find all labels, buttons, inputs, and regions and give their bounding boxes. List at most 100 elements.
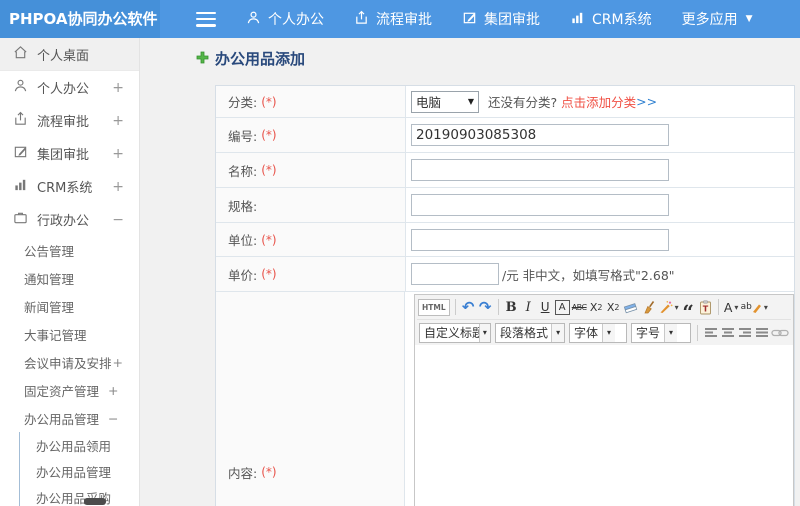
form-row-price: 单价: (*) /元 非中文，如填写格式"2.68"	[216, 257, 794, 292]
align-right-icon[interactable]	[737, 323, 752, 343]
main-content: 办公用品添加 分类: (*) 电脑 ▼ 还没有分类? 点击添加分类 >> 编号:(…	[140, 38, 800, 506]
form-row-name: 名称: (*)	[216, 153, 794, 188]
format-painter-icon[interactable]: ▾	[658, 297, 679, 317]
dropdown-caret-icon: ▾	[478, 323, 490, 342]
editor-toolbar: HTML ↶ ↷ B I U A ABC X2 X2 ▾ “ T A ▾ ab …	[415, 295, 793, 345]
expand-plus-icon[interactable]: +	[108, 383, 118, 398]
eraser-icon[interactable]	[623, 297, 639, 317]
align-left-icon[interactable]	[703, 323, 718, 343]
app-logo: PHPOA协同办公软件	[0, 0, 160, 38]
sidebar-item-workflow-approval[interactable]: 流程审批 +	[0, 104, 139, 137]
redo-icon[interactable]: ↷	[478, 297, 493, 317]
heading-style-select[interactable]: 自定义标题 ▾	[419, 322, 491, 343]
code-input[interactable]	[411, 124, 669, 146]
select-caret-icon: ▼	[467, 97, 474, 106]
expand-plus-icon[interactable]: +	[112, 179, 124, 195]
undo-icon[interactable]: ↶	[461, 297, 476, 317]
horizontal-scrollbar-thumb[interactable]	[84, 498, 106, 505]
sidebar-item-admin-office[interactable]: 行政办公 −	[0, 203, 139, 236]
workflow-icon	[354, 10, 376, 29]
sidebar-item-supplies-requisition[interactable]: 办公用品领用	[20, 432, 139, 458]
dropdown-caret-icon: ▾	[763, 302, 768, 312]
sidebar-item-crm[interactable]: CRM系统 +	[0, 170, 139, 203]
font-color-button[interactable]: A ▾	[724, 297, 739, 317]
collapse-minus-icon[interactable]: −	[112, 212, 124, 228]
dropdown-caret-icon: ▾	[602, 323, 616, 342]
form-row-content: 内容: (*) HTML ↶ ↷ B I U A ABC X 2 X 2 ▾ “…	[216, 292, 794, 506]
sidebar-item-notice-mgmt[interactable]: 通知管理	[0, 264, 139, 292]
sidebar-item-memorabilia-mgmt[interactable]: 大事记管理	[0, 320, 139, 348]
price-label: 单价: (*)	[216, 257, 406, 291]
spec-input[interactable]	[411, 194, 669, 216]
nav-crm[interactable]: CRM系统	[570, 9, 652, 29]
expand-plus-icon[interactable]: +	[112, 113, 124, 129]
unit-input[interactable]	[411, 228, 669, 251]
bold-button[interactable]: B	[504, 297, 519, 317]
office-supplies-submenu: 办公用品领用 办公用品管理 办公用品采购	[19, 432, 139, 506]
source-code-button[interactable]: HTML	[418, 298, 450, 316]
add-category-arrows[interactable]: >>	[636, 94, 657, 109]
name-label: 名称: (*)	[216, 153, 406, 187]
category-hint: 还没有分类?	[488, 95, 558, 110]
nav-group-approval[interactable]: 集团审批	[462, 9, 540, 29]
link-icon[interactable]	[771, 323, 789, 343]
nav-more-apps[interactable]: 更多应用 ▼	[682, 9, 753, 29]
page-title: 办公用品添加	[196, 48, 305, 69]
person-icon	[13, 78, 37, 97]
sidebar-item-supplies-management[interactable]: 办公用品管理	[20, 458, 139, 484]
category-label: 分类: (*)	[216, 86, 406, 117]
category-select[interactable]: 电脑 ▼	[411, 90, 479, 113]
svg-text:T: T	[702, 304, 708, 313]
sidebar-item-fixed-assets-mgmt[interactable]: 固定资产管理 +	[0, 376, 139, 404]
strikethrough-button[interactable]: ABC	[572, 297, 587, 317]
code-label: 编号: (*)	[216, 118, 406, 152]
sidebar-item-desktop[interactable]: 个人桌面	[0, 38, 139, 71]
chart-icon	[13, 177, 37, 196]
font-size-select[interactable]: 字号 ▾	[631, 322, 691, 343]
sidebar-item-meeting-mgmt[interactable]: 会议申请及安排 +	[0, 348, 139, 376]
nav-workflow-approval[interactable]: 流程审批	[354, 9, 432, 29]
sidebar-item-news-mgmt[interactable]: 新闻管理	[0, 292, 139, 320]
form-row-category: 分类: (*) 电脑 ▼ 还没有分类? 点击添加分类 >>	[216, 86, 794, 118]
align-justify-icon[interactable]	[754, 323, 769, 343]
clear-format-broom-icon[interactable]	[641, 297, 656, 317]
sidebar-item-supplies-purchase[interactable]: 办公用品采购	[20, 484, 139, 506]
paste-icon[interactable]: T	[698, 297, 713, 317]
form-row-unit: 单位: (*)	[216, 223, 794, 257]
top-nav: 个人办公 流程审批 集团审批 CRM系统 更多应用 ▼	[246, 9, 783, 29]
expand-plus-icon[interactable]: +	[113, 355, 123, 370]
paragraph-format-select[interactable]: 段落格式 ▾	[495, 322, 565, 343]
form-row-code: 编号: (*)	[216, 118, 794, 153]
align-center-icon[interactable]	[720, 323, 735, 343]
dropdown-caret-icon: ▾	[664, 323, 678, 342]
subscript-button[interactable]: X2	[606, 297, 621, 317]
add-category-link[interactable]: 点击添加分类	[561, 92, 636, 111]
italic-button[interactable]: I	[521, 297, 536, 317]
edit-icon	[13, 144, 37, 163]
font-border-button[interactable]: A	[554, 299, 570, 315]
underline-button[interactable]: U	[538, 297, 553, 317]
home-icon	[13, 45, 37, 64]
sidebar-item-office-supplies-mgmt[interactable]: 办公用品管理 −	[0, 404, 139, 432]
editor-content-area[interactable]	[415, 345, 793, 506]
dropdown-caret-icon: ▾	[551, 323, 564, 342]
spec-label: 规格:	[216, 188, 406, 222]
font-family-select[interactable]: 字体 ▾	[569, 322, 627, 343]
nav-personal-office[interactable]: 个人办公	[246, 9, 324, 29]
collapse-minus-icon[interactable]: −	[108, 411, 118, 426]
price-input[interactable]	[411, 263, 499, 285]
form-row-spec: 规格:	[216, 188, 794, 223]
name-input[interactable]	[411, 159, 669, 181]
menu-icon[interactable]	[196, 11, 216, 27]
expand-plus-icon[interactable]: +	[112, 146, 124, 162]
expand-plus-icon[interactable]: +	[112, 80, 124, 96]
sidebar-item-personal-office[interactable]: 个人办公 +	[0, 71, 139, 104]
person-icon	[246, 10, 268, 29]
blockquote-icon[interactable]: “	[681, 297, 696, 322]
superscript-button[interactable]: X2	[589, 297, 604, 317]
dropdown-caret-icon: ▾	[674, 302, 679, 312]
sidebar-item-group-approval[interactable]: 集团审批 +	[0, 137, 139, 170]
sidebar-item-announcement-mgmt[interactable]: 公告管理	[0, 236, 139, 264]
sidebar: 个人桌面 个人办公 + 流程审批 + 集团审批 + CRM系统 + 行政办公 −…	[0, 38, 140, 506]
highlight-color-button[interactable]: ab ▾	[741, 297, 768, 317]
